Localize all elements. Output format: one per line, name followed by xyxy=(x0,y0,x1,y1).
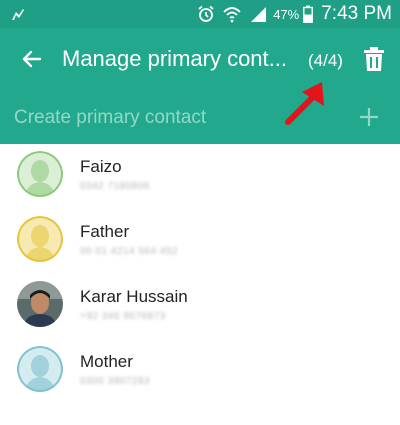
app-bar: Manage primary cont... (4/4) xyxy=(0,28,400,90)
contact-item-karar-hussain[interactable]: Karar Hussain +92 346 9576873 xyxy=(0,274,400,339)
contact-item-faizo[interactable]: Faizo 0342 7180806 xyxy=(0,144,400,209)
battery-percent: 47% xyxy=(273,6,300,22)
wifi-icon xyxy=(223,5,241,23)
status-clock: 7:43 PM xyxy=(321,3,392,24)
contact-name: Faizo xyxy=(80,157,122,176)
contact-name: Karar Hussain xyxy=(80,287,188,306)
contact-number: 00 01 4214 564 452 xyxy=(80,246,178,257)
default-avatar-icon xyxy=(17,216,63,262)
plus-icon[interactable] xyxy=(358,106,380,128)
alarm-icon xyxy=(197,5,215,23)
contact-item-father[interactable]: Father 00 01 4214 564 452 xyxy=(0,209,400,274)
signal-icon xyxy=(249,5,267,23)
contact-list: Faizo 0342 7180806 Father 00 01 4214 564… xyxy=(0,144,400,404)
contact-photo-avatar xyxy=(17,281,63,327)
default-avatar-icon xyxy=(17,151,63,197)
default-avatar-icon xyxy=(17,346,63,392)
status-bar: 47% 7:43 PM xyxy=(0,0,400,28)
contact-number: 0342 7180806 xyxy=(80,181,150,192)
trash-icon[interactable] xyxy=(362,46,386,72)
create-primary-contact-row[interactable]: Create primary contact xyxy=(0,90,400,144)
battery-icon xyxy=(303,5,314,23)
contact-count: (4/4) xyxy=(308,51,343,70)
contact-name: Father xyxy=(80,222,130,241)
contact-name: Mother xyxy=(80,352,133,371)
contact-number: 0300 3907283 xyxy=(80,376,150,387)
page-title: Manage primary cont... xyxy=(62,46,287,71)
create-primary-contact-label: Create primary contact xyxy=(14,107,207,128)
contact-number: +92 346 9576873 xyxy=(80,311,166,322)
back-arrow-icon[interactable] xyxy=(20,47,44,71)
usb-debug-icon xyxy=(10,6,26,22)
contact-item-mother[interactable]: Mother 0300 3907283 xyxy=(0,339,400,404)
